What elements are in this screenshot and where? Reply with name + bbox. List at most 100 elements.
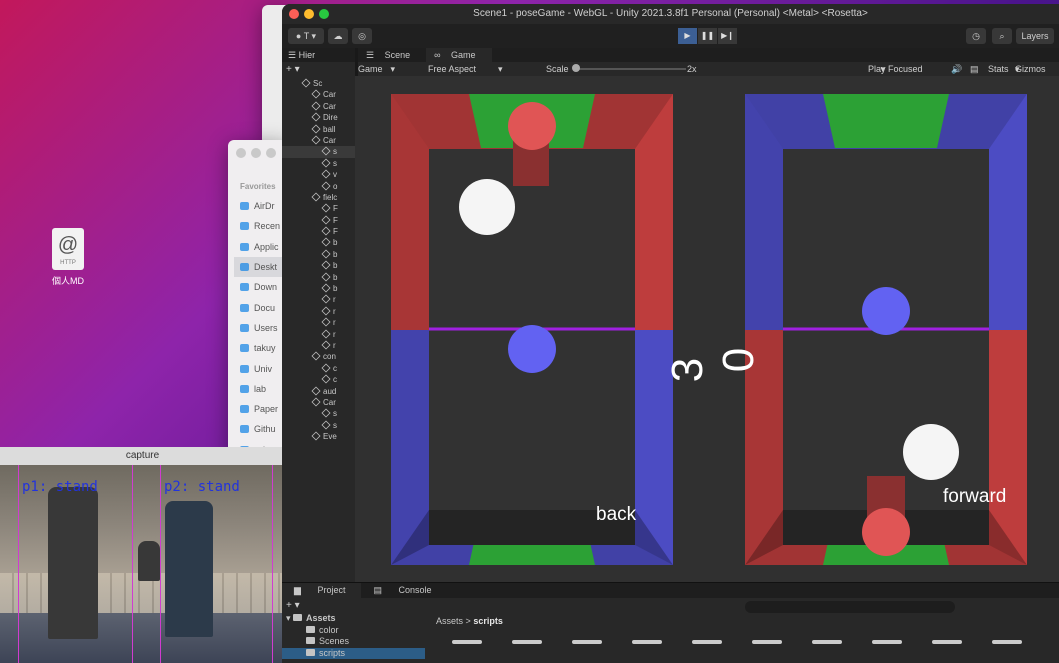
sidebar-item[interactable]: Recen [240,216,288,236]
capture-window[interactable]: capture p1: stand p2: stand [0,447,285,663]
desktop-file-label: 個人MD [52,276,84,286]
mute-audio-icon[interactable]: 🔊 [951,62,962,76]
sidebar-item[interactable]: Deskt [234,256,288,278]
minimize-button[interactable] [251,148,261,158]
window-controls[interactable] [236,148,276,158]
scale-slider-handle[interactable] [572,64,580,72]
hierarchy-item[interactable]: s [282,158,355,169]
stats-button[interactable]: Stats [988,62,1009,76]
hierarchy-item[interactable]: Eve [282,431,355,442]
hierarchy-item[interactable]: Dire [282,112,355,123]
project-search-input[interactable] [745,601,955,613]
hierarchy-item[interactable]: Sc [282,78,355,89]
tab-project[interactable]: ▆ Project [282,583,362,598]
hierarchy-item[interactable]: aud [282,386,355,397]
script-asset[interactable] [452,640,482,644]
pause-button[interactable]: ❚❚ [698,28,717,44]
play-button[interactable]: ▶ [678,28,697,44]
breadcrumb-assets[interactable]: Assets [436,616,463,626]
hierarchy-item[interactable]: b [282,237,355,248]
hierarchy-item[interactable]: Car [282,397,355,408]
sidebar-item[interactable]: Docu [240,297,288,317]
sidebar-item[interactable]: AirDr [240,196,288,216]
hierarchy-item[interactable]: F [282,215,355,226]
hierarchy-item[interactable]: c [282,363,355,374]
tab-console[interactable]: ▤ Console [361,583,447,598]
tree-item-color[interactable]: color [282,625,425,637]
hierarchy-tab[interactable]: ☰ Hier [282,48,355,62]
sidebar-item[interactable]: Githu [240,419,288,439]
script-asset[interactable] [992,640,1022,644]
account-button[interactable]: ● T ▾ [288,28,324,44]
sidebar-item[interactable]: Paper [240,399,288,419]
tab-game[interactable]: ∞ Game [426,48,492,62]
hierarchy-item[interactable]: r [282,340,355,351]
minimize-button[interactable] [304,9,314,19]
script-asset[interactable] [512,640,542,644]
hierarchy-item[interactable]: b [282,260,355,271]
script-asset[interactable] [812,640,842,644]
script-asset[interactable] [632,640,662,644]
collab-icon[interactable]: ◎ [352,28,372,44]
tab-scene[interactable]: ☰ Scene [358,48,426,62]
hierarchy-item[interactable]: r [282,317,355,328]
zoom-button[interactable] [266,148,276,158]
hierarchy-item[interactable]: Car [282,89,355,100]
add-icon[interactable]: + ▾ [286,64,300,75]
sidebar-item[interactable]: Down [240,277,288,297]
hierarchy-item[interactable]: v [282,169,355,180]
desktop-file-icon[interactable]: @ HTTP 個人MD [44,228,92,287]
hierarchy-item[interactable]: fielc [282,192,355,203]
hierarchy-item[interactable]: F [282,226,355,237]
hierarchy-item[interactable]: r [282,329,355,340]
script-asset[interactable] [752,640,782,644]
tree-item-scripts[interactable]: scripts [282,647,425,659]
game-view[interactable]: back forward 3 0 [355,76,1059,582]
hierarchy-item[interactable]: b [282,272,355,283]
hierarchy-item[interactable]: r [282,294,355,305]
unity-editor-window[interactable]: Scene1 - poseGame - WebGL - Unity 2021.3… [282,4,1059,663]
hierarchy-item[interactable]: con [282,351,355,362]
script-asset[interactable] [692,640,722,644]
close-button[interactable] [289,9,299,19]
gizmos-dropdown[interactable]: Gizmos ▾ [1015,62,1046,76]
script-asset[interactable] [872,640,902,644]
hierarchy-item[interactable]: s [282,146,355,158]
sidebar-item[interactable]: takuy [240,338,288,358]
tree-item-scenes[interactable]: Scenes [282,636,425,648]
add-icon[interactable]: + ▾ [286,600,300,611]
window-controls[interactable] [289,9,329,19]
hierarchy-item[interactable]: b [282,283,355,294]
breadcrumb-scripts[interactable]: scripts [473,616,503,626]
history-icon[interactable]: ◷ [966,28,986,44]
sidebar-item[interactable]: Univ [240,358,288,378]
step-button[interactable]: ▶❙ [718,28,737,44]
play-mode-dropdown[interactable]: Play Focused ▾ [868,62,923,76]
close-button[interactable] [236,148,246,158]
hierarchy-item[interactable]: F [282,203,355,214]
search-icon[interactable]: ⌕ [992,28,1012,44]
script-asset[interactable] [932,640,962,644]
sidebar-item[interactable]: Applic [240,237,288,257]
hierarchy-item[interactable]: b [282,249,355,260]
script-asset[interactable] [572,640,602,644]
finder-window[interactable]: Favorites AirDr Recen Applic Deskt Down … [228,140,288,460]
hierarchy-item[interactable]: ball [282,124,355,135]
hierarchy-item[interactable]: s [282,420,355,431]
zoom-button[interactable] [319,9,329,19]
keyboard-icon[interactable]: ▤ [970,62,979,76]
hierarchy-item[interactable]: Car [282,101,355,112]
scale-slider[interactable] [578,68,686,70]
cloud-icon[interactable]: ☁ [328,28,348,44]
layers-dropdown[interactable]: Layers [1016,28,1054,44]
display-dropdown[interactable]: Game ▾ [358,62,395,76]
sidebar-item[interactable]: lab [240,379,288,399]
aspect-dropdown[interactable]: Free Aspect ▾ [428,62,503,76]
hierarchy-item[interactable]: s [282,408,355,419]
sidebar-item[interactable]: Users [240,318,288,338]
hierarchy-item[interactable]: Car [282,135,355,146]
hierarchy-item[interactable]: c [282,374,355,385]
hierarchy-item[interactable]: o [282,180,355,192]
tree-item-assets[interactable]: ▾ Assets [282,613,425,625]
hierarchy-item[interactable]: r [282,306,355,317]
